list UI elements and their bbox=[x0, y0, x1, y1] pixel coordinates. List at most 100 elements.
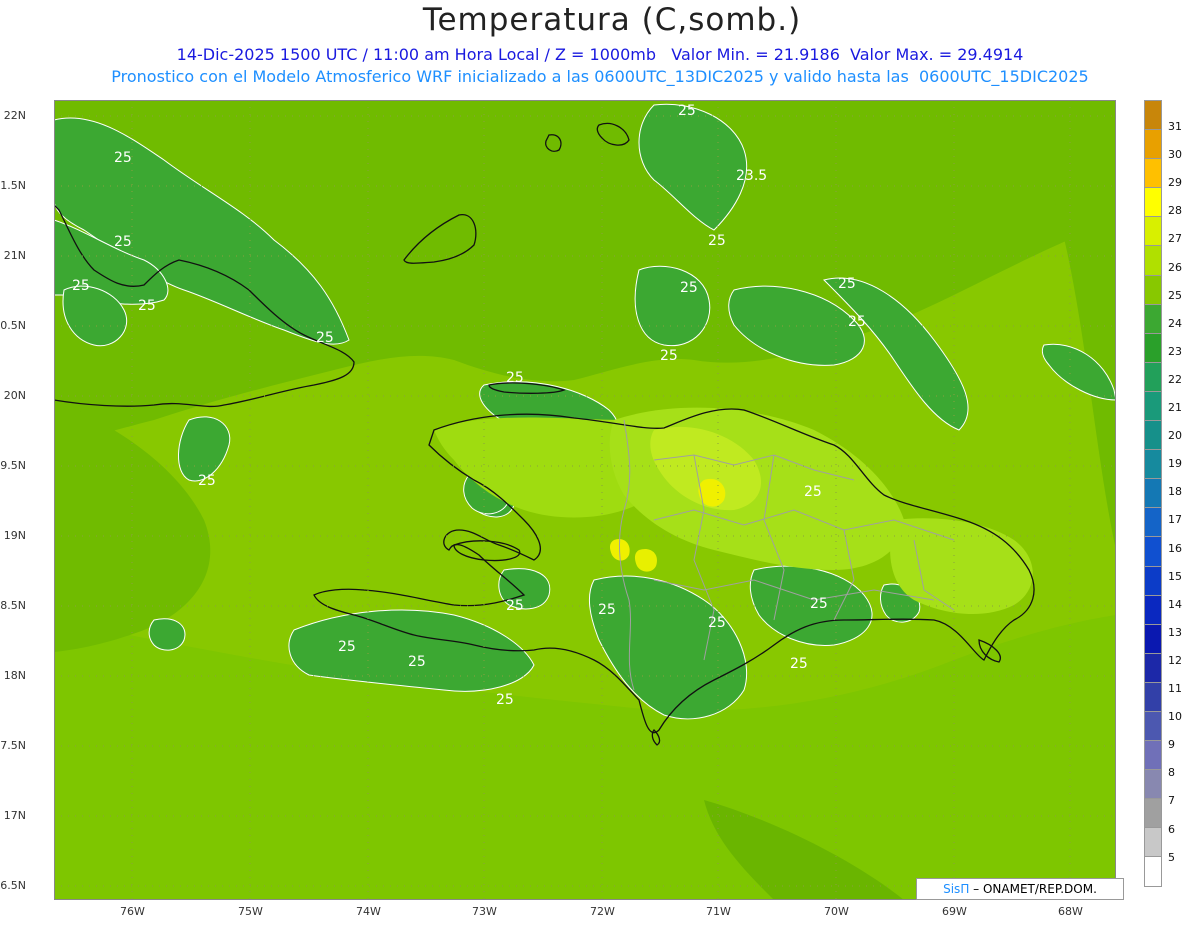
colorbar-cell bbox=[1144, 682, 1162, 712]
contour-label: 25 bbox=[506, 370, 524, 386]
contour-label: 25 bbox=[848, 314, 866, 330]
contour-label: 25 bbox=[114, 150, 132, 166]
contour-label: 25 bbox=[838, 276, 856, 292]
colorbar-cell bbox=[1144, 711, 1162, 742]
colorbar-label: 22 bbox=[1168, 372, 1182, 386]
lat-label: 17.5N bbox=[0, 739, 26, 752]
lat-label: 21N bbox=[3, 249, 26, 262]
colorbar-label: 24 bbox=[1168, 316, 1182, 330]
lat-label: 19N bbox=[3, 529, 26, 542]
colorbar-label: 12 bbox=[1168, 653, 1182, 667]
colorbar-label: 30 bbox=[1168, 148, 1182, 162]
colorbar-label: 20 bbox=[1168, 429, 1182, 443]
contour-label: 25 bbox=[316, 330, 334, 346]
lon-label: 70W bbox=[824, 905, 849, 918]
colorbar-label: 10 bbox=[1168, 710, 1182, 724]
contour-label: 25 bbox=[506, 598, 524, 614]
colorbar-label: 15 bbox=[1168, 569, 1182, 583]
contour-label: 23.5 bbox=[736, 168, 767, 184]
colorbar-label: 28 bbox=[1168, 204, 1182, 218]
lat-label: 21.5N bbox=[0, 179, 26, 192]
lon-label: 69W bbox=[942, 905, 967, 918]
colorbar-cell bbox=[1144, 275, 1162, 305]
lat-label: 18.5N bbox=[0, 599, 26, 612]
colorbar-cell bbox=[1144, 391, 1162, 422]
colorbar-label: 11 bbox=[1168, 682, 1182, 695]
colorbar-cell bbox=[1144, 828, 1162, 858]
colorbar-label: 31 bbox=[1168, 120, 1182, 133]
contour-label: 25 bbox=[114, 234, 132, 250]
contour-label: 25 bbox=[408, 654, 426, 670]
colorbar-label: 27 bbox=[1168, 232, 1182, 246]
colorbar-cell bbox=[1144, 188, 1162, 218]
lon-label: 74W bbox=[356, 905, 381, 918]
contour-label: 25 bbox=[708, 233, 726, 249]
colorbar-label: 5 bbox=[1168, 850, 1175, 864]
colorbar-label: 26 bbox=[1168, 260, 1182, 274]
contour-label: 25 bbox=[660, 348, 678, 364]
credit-box: SisΠ – ONAMET/REP.DOM. bbox=[916, 878, 1124, 900]
contour-label: 25 bbox=[338, 639, 356, 655]
colorbar-label: 18 bbox=[1168, 485, 1182, 499]
colorbar-cell bbox=[1144, 508, 1162, 538]
colorbar-cell bbox=[1144, 624, 1162, 654]
map-title: Temperatura (C,somb.) bbox=[422, 2, 802, 38]
colorbar-cell bbox=[1144, 537, 1162, 567]
lon-label: 76W bbox=[120, 905, 145, 918]
colorbar-label: 25 bbox=[1168, 288, 1182, 302]
colorbar-cell bbox=[1144, 362, 1162, 392]
contour-label: 25 bbox=[138, 298, 156, 314]
colorbar-cell bbox=[1144, 333, 1162, 363]
colorbar-label: 21 bbox=[1168, 401, 1182, 414]
map-subtitle-model: Pronostico con el Modelo Atmosferico WRF… bbox=[111, 67, 1089, 86]
colorbar-cell bbox=[1144, 857, 1162, 887]
contour-label: 25 bbox=[72, 278, 90, 294]
colorbar-label: 14 bbox=[1168, 597, 1182, 611]
credit-brand: SisΠ bbox=[943, 882, 970, 896]
colorbar-cell bbox=[1144, 421, 1162, 451]
colorbar-label: 6 bbox=[1168, 822, 1175, 836]
colorbar-cell bbox=[1144, 217, 1162, 247]
lat-label: 22N bbox=[3, 109, 26, 122]
colorbar-label: 9 bbox=[1168, 738, 1175, 752]
lon-label: 73W bbox=[472, 905, 497, 918]
contour-label: 25 bbox=[810, 596, 828, 612]
lon-label: 75W bbox=[238, 905, 263, 918]
temperature-map: 25 25 25 25 25 25 25 25 25 25 25 25 25 2… bbox=[54, 100, 1116, 900]
colorbar-cell bbox=[1144, 595, 1162, 625]
lat-label: 18N bbox=[3, 669, 26, 682]
colorbar-label: 19 bbox=[1168, 457, 1182, 471]
lat-label: 17N bbox=[3, 809, 26, 822]
lat-label: 19.5N bbox=[0, 459, 26, 472]
contour-label: 25 bbox=[708, 615, 726, 631]
colorbar-label: 16 bbox=[1168, 541, 1182, 555]
lon-label: 68W bbox=[1058, 905, 1083, 918]
colorbar-cell bbox=[1144, 450, 1162, 480]
patch-haiti-tip bbox=[148, 618, 186, 651]
contour-label: 25 bbox=[790, 656, 808, 672]
colorbar-cell bbox=[1144, 566, 1162, 596]
colorbar-cell bbox=[1144, 100, 1162, 131]
colorbar-cell bbox=[1144, 479, 1162, 509]
colorbar-cell bbox=[1144, 246, 1162, 276]
colorbar-label: 8 bbox=[1168, 766, 1175, 780]
colorbar-cell bbox=[1144, 799, 1162, 829]
lat-label: 20.5N bbox=[0, 319, 26, 332]
contour-label: 25 bbox=[198, 473, 216, 489]
map-subtitle-date: 14-Dic-2025 1500 UTC / 11:00 am Hora Loc… bbox=[176, 45, 1024, 64]
colorbar bbox=[1144, 100, 1162, 887]
colorbar-cell bbox=[1144, 653, 1162, 683]
colorbar-cell bbox=[1144, 770, 1162, 800]
colorbar-label: 29 bbox=[1168, 176, 1182, 190]
colorbar-label: 13 bbox=[1168, 625, 1182, 639]
colorbar-cell bbox=[1144, 130, 1162, 160]
lat-label: 20N bbox=[3, 389, 26, 402]
contour-label: 25 bbox=[598, 602, 616, 618]
colorbar-cell bbox=[1144, 159, 1162, 189]
colorbar-label: 23 bbox=[1168, 344, 1182, 358]
credit-text: – ONAMET/REP.DOM. bbox=[973, 882, 1097, 896]
colorbar-label: 17 bbox=[1168, 513, 1182, 527]
colorbar-cell bbox=[1144, 741, 1162, 771]
lon-label: 71W bbox=[706, 905, 731, 918]
contour-label: 25 bbox=[680, 280, 698, 296]
